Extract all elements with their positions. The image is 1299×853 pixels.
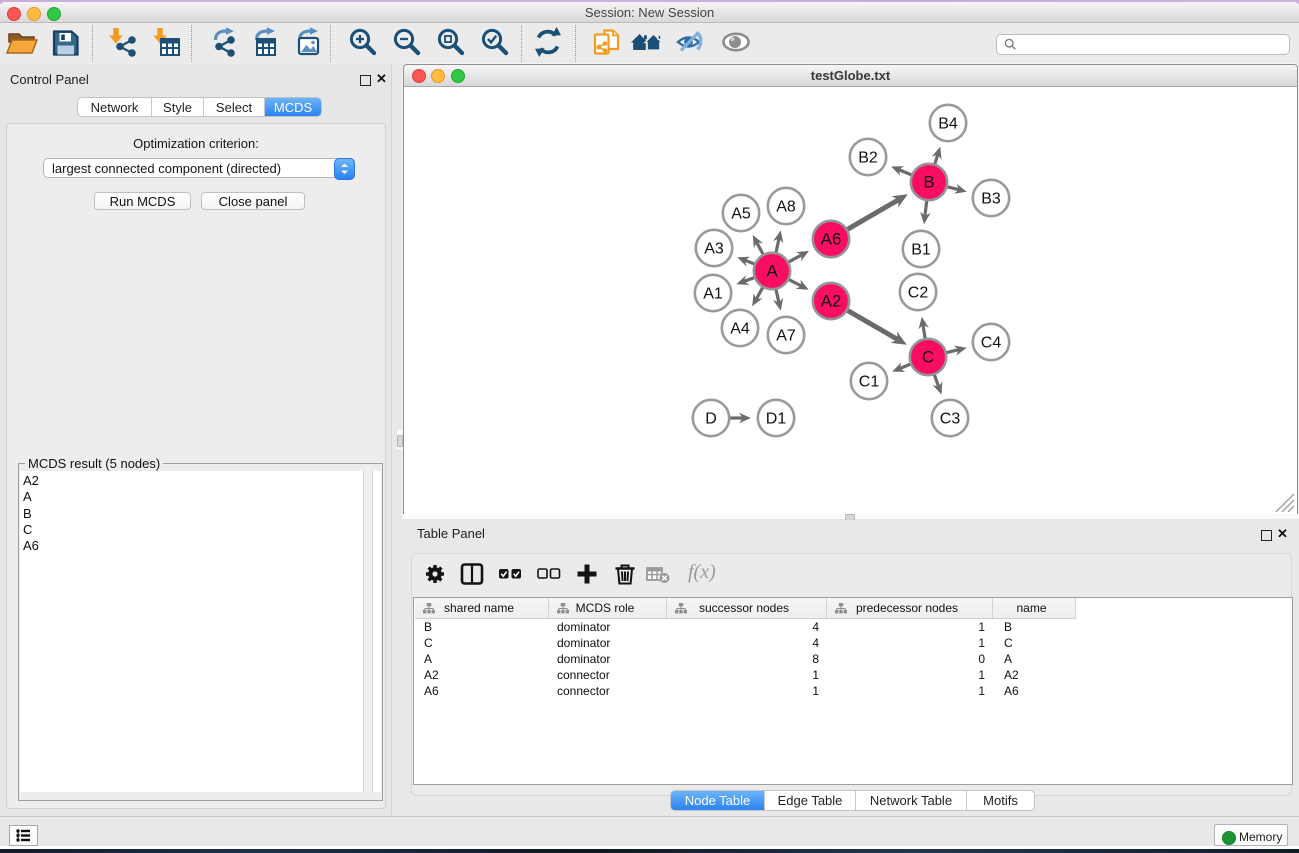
svg-text:B1: B1 [911, 242, 931, 259]
svg-text:A5: A5 [731, 206, 751, 223]
svg-text:A3: A3 [704, 241, 724, 258]
svg-text:D1: D1 [766, 411, 787, 428]
svg-text:A8: A8 [776, 199, 796, 216]
svg-text:B: B [923, 173, 934, 192]
svg-text:C1: C1 [859, 374, 880, 391]
svg-text:B3: B3 [981, 191, 1001, 208]
svg-text:B4: B4 [938, 116, 958, 133]
svg-text:D: D [705, 411, 717, 428]
svg-text:A4: A4 [730, 321, 750, 338]
svg-text:A: A [766, 262, 778, 281]
svg-text:C: C [922, 348, 934, 367]
svg-text:C2: C2 [908, 285, 929, 302]
svg-text:C4: C4 [981, 335, 1002, 352]
svg-text:C3: C3 [940, 411, 961, 428]
svg-text:A6: A6 [821, 230, 842, 249]
svg-text:A7: A7 [776, 328, 796, 345]
svg-text:A1: A1 [703, 286, 723, 303]
svg-text:A2: A2 [821, 292, 842, 311]
svg-text:B2: B2 [858, 150, 878, 167]
